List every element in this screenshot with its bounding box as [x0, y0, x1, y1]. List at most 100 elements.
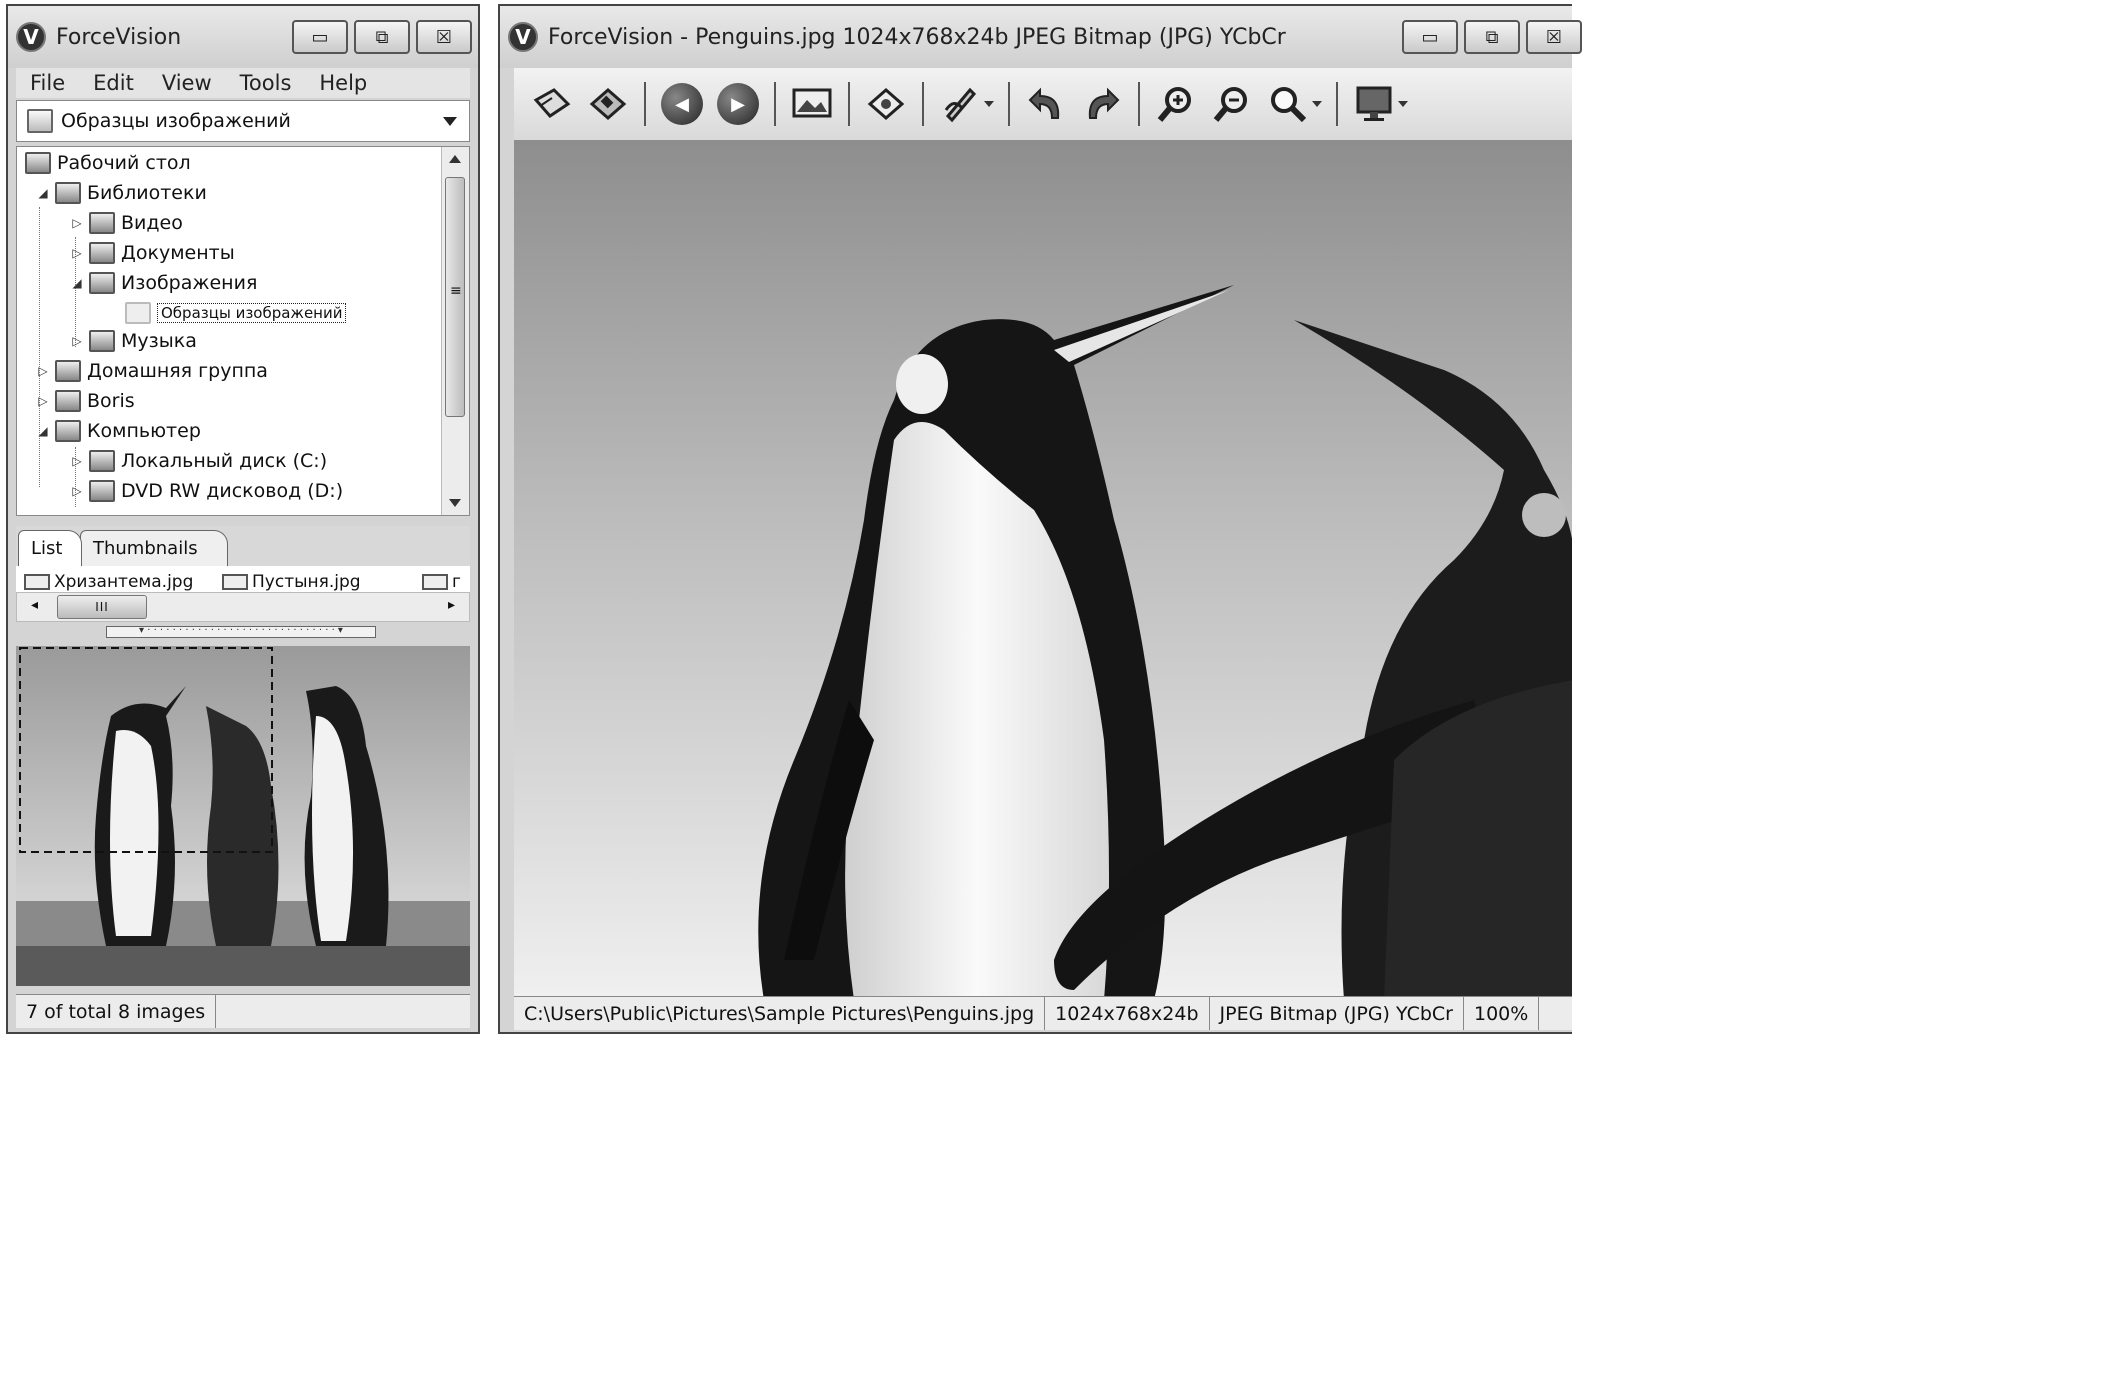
menu-tools[interactable]: Tools [226, 71, 306, 95]
close-button[interactable]: ☒ [1526, 20, 1582, 54]
tree-item-dvd-drive[interactable]: ▷ DVD RW дисковод (D:) [69, 477, 343, 505]
file-path-status: C:\Users\Public\Pictures\Sample Pictures… [514, 997, 1046, 1030]
list-item-label: Хризантема.jpg [54, 572, 194, 592]
tree-item-pictures[interactable]: ◢ Изображения [69, 269, 257, 297]
tree-item-local-disk[interactable]: ▷ Локальный диск (C:) [69, 447, 327, 475]
save-icon[interactable] [585, 81, 631, 127]
image-file-icon [24, 574, 50, 590]
scroll-down-arrow-icon[interactable] [449, 499, 461, 507]
chevron-down-icon[interactable] [443, 116, 457, 126]
zoom-in-icon[interactable] [1153, 81, 1199, 127]
window-title: ForceVision [56, 24, 182, 50]
menu-edit[interactable]: Edit [79, 71, 148, 95]
tree-item-label: Изображения [121, 272, 258, 294]
maximize-button[interactable]: ⧉ [1464, 20, 1520, 54]
image-file-icon [422, 574, 448, 590]
scroll-thumb[interactable]: III [57, 595, 147, 619]
desktop-icon [25, 152, 51, 174]
redo-icon[interactable] [1079, 81, 1125, 127]
toolbar-separator [1336, 82, 1338, 126]
fullscreen-dropdown-arrow-icon[interactable] [1398, 101, 1408, 107]
collapsed-arrow-icon[interactable]: ▷ [69, 454, 85, 468]
browser-titlebar[interactable]: V ForceVision ▭ ⧉ ☒ [8, 6, 478, 68]
collapsed-arrow-icon[interactable]: ▷ [69, 216, 85, 230]
tree-item-label: Домашняя группа [87, 360, 268, 382]
collapsed-arrow-icon[interactable]: ▷ [35, 394, 51, 408]
menu-view[interactable]: View [148, 71, 226, 95]
fullscreen-icon[interactable] [1351, 81, 1397, 127]
tree-item-libraries[interactable]: ◢ Библиотеки [35, 179, 207, 207]
tree-item-desktop[interactable]: Рабочий стол [21, 149, 191, 177]
tree-item-label: Библиотеки [87, 182, 207, 204]
collapsed-arrow-icon[interactable]: ▷ [69, 484, 85, 498]
scroll-thumb[interactable]: ≡ [445, 177, 465, 417]
tree-item-sample-pictures[interactable]: Образцы изображений [121, 299, 347, 327]
image-count-status: 7 of total 8 images [16, 995, 217, 1028]
window-title: ForceVision - Penguins.jpg 1024x768x24b … [548, 24, 1286, 50]
zoom-icon[interactable] [1265, 81, 1311, 127]
viewer-status-bar: C:\Users\Public\Pictures\Sample Pictures… [514, 996, 1572, 1030]
tree-item-user[interactable]: ▷ Boris [35, 387, 135, 415]
list-horizontal-scrollbar[interactable]: ◂ III ▸ [16, 592, 470, 622]
browse-icon[interactable] [863, 81, 909, 127]
image-dimensions-status: 1024x768x24b [1045, 997, 1210, 1030]
image-viewport[interactable] [514, 140, 1572, 1000]
tree-item-label: Образцы изображений [157, 303, 347, 323]
scroll-left-arrow-icon[interactable]: ◂ [31, 597, 38, 613]
tree-item-computer[interactable]: ◢ Компьютер [35, 417, 201, 445]
collapsed-arrow-icon[interactable]: ▷ [35, 364, 51, 378]
dvd-drive-icon [89, 480, 115, 502]
main-toolbar: ◀ ▶ [514, 68, 1572, 140]
tree-guide-line [39, 207, 40, 487]
maximize-button[interactable]: ⧉ [354, 20, 410, 54]
grip-icon: ≡ [450, 283, 462, 299]
edit-icon[interactable] [937, 81, 983, 127]
scroll-right-arrow-icon[interactable]: ▸ [448, 597, 455, 613]
toolbar-separator [848, 82, 850, 126]
viewer-titlebar[interactable]: V ForceVision - Penguins.jpg 1024x768x24… [500, 6, 1582, 68]
view-tabs: List Thumbnails [16, 526, 470, 566]
zoom-level-status: 100% [1464, 997, 1540, 1030]
edit-dropdown-arrow-icon[interactable] [984, 101, 994, 107]
previous-icon[interactable]: ◀ [659, 81, 705, 127]
list-item[interactable]: г [422, 572, 461, 592]
folder-icon [27, 109, 53, 133]
tree-item-music[interactable]: ▷ Музыка [69, 327, 197, 355]
zoom-out-icon[interactable] [1209, 81, 1255, 127]
tree-item-video[interactable]: ▷ Видео [69, 209, 183, 237]
undo-icon[interactable] [1023, 81, 1069, 127]
list-item[interactable]: Пустыня.jpg [222, 572, 361, 592]
minimize-button[interactable]: ▭ [1402, 20, 1458, 54]
file-list: Хризантема.jpg Пустыня.jpg г [16, 566, 470, 592]
toolbar-separator [1008, 82, 1010, 126]
collapsed-arrow-icon[interactable]: ▷ [69, 246, 85, 260]
pane-splitter[interactable]: ▾ · · · · · · · · · · · · · · · · · · · … [106, 626, 376, 638]
tree-item-label: DVD RW дисковод (D:) [121, 480, 344, 502]
documents-icon [89, 242, 115, 264]
open-icon[interactable] [529, 81, 575, 127]
menu-help[interactable]: Help [305, 71, 381, 95]
tree-vertical-scrollbar[interactable]: ≡ [441, 147, 469, 515]
collapsed-arrow-icon[interactable]: ▷ [69, 334, 85, 348]
zoom-dropdown-arrow-icon[interactable] [1312, 101, 1322, 107]
viewer-window: V ForceVision - Penguins.jpg 1024x768x24… [498, 4, 1582, 1034]
list-item[interactable]: Хризантема.jpg [24, 572, 193, 592]
tab-thumbnails[interactable]: Thumbnails [80, 530, 228, 566]
expanded-arrow-icon[interactable]: ◢ [69, 276, 85, 290]
slideshow-icon[interactable] [789, 81, 835, 127]
next-icon[interactable]: ▶ [715, 81, 761, 127]
navigator-preview[interactable] [16, 646, 470, 986]
expanded-arrow-icon[interactable]: ◢ [35, 186, 51, 200]
tree-item-documents[interactable]: ▷ Документы [69, 239, 235, 267]
toolbar-separator [774, 82, 776, 126]
close-button[interactable]: ☒ [416, 20, 472, 54]
tree-item-homegroup[interactable]: ▷ Домашняя группа [35, 357, 268, 385]
folder-address-combobox[interactable]: Образцы изображений [16, 100, 470, 142]
scroll-up-arrow-icon[interactable] [449, 155, 461, 163]
tree-item-label: Документы [121, 242, 235, 264]
tree-item-label: Boris [87, 390, 135, 412]
tab-list[interactable]: List [18, 530, 82, 566]
minimize-button[interactable]: ▭ [292, 20, 348, 54]
menu-file[interactable]: File [16, 71, 79, 95]
expanded-arrow-icon[interactable]: ◢ [35, 424, 51, 438]
